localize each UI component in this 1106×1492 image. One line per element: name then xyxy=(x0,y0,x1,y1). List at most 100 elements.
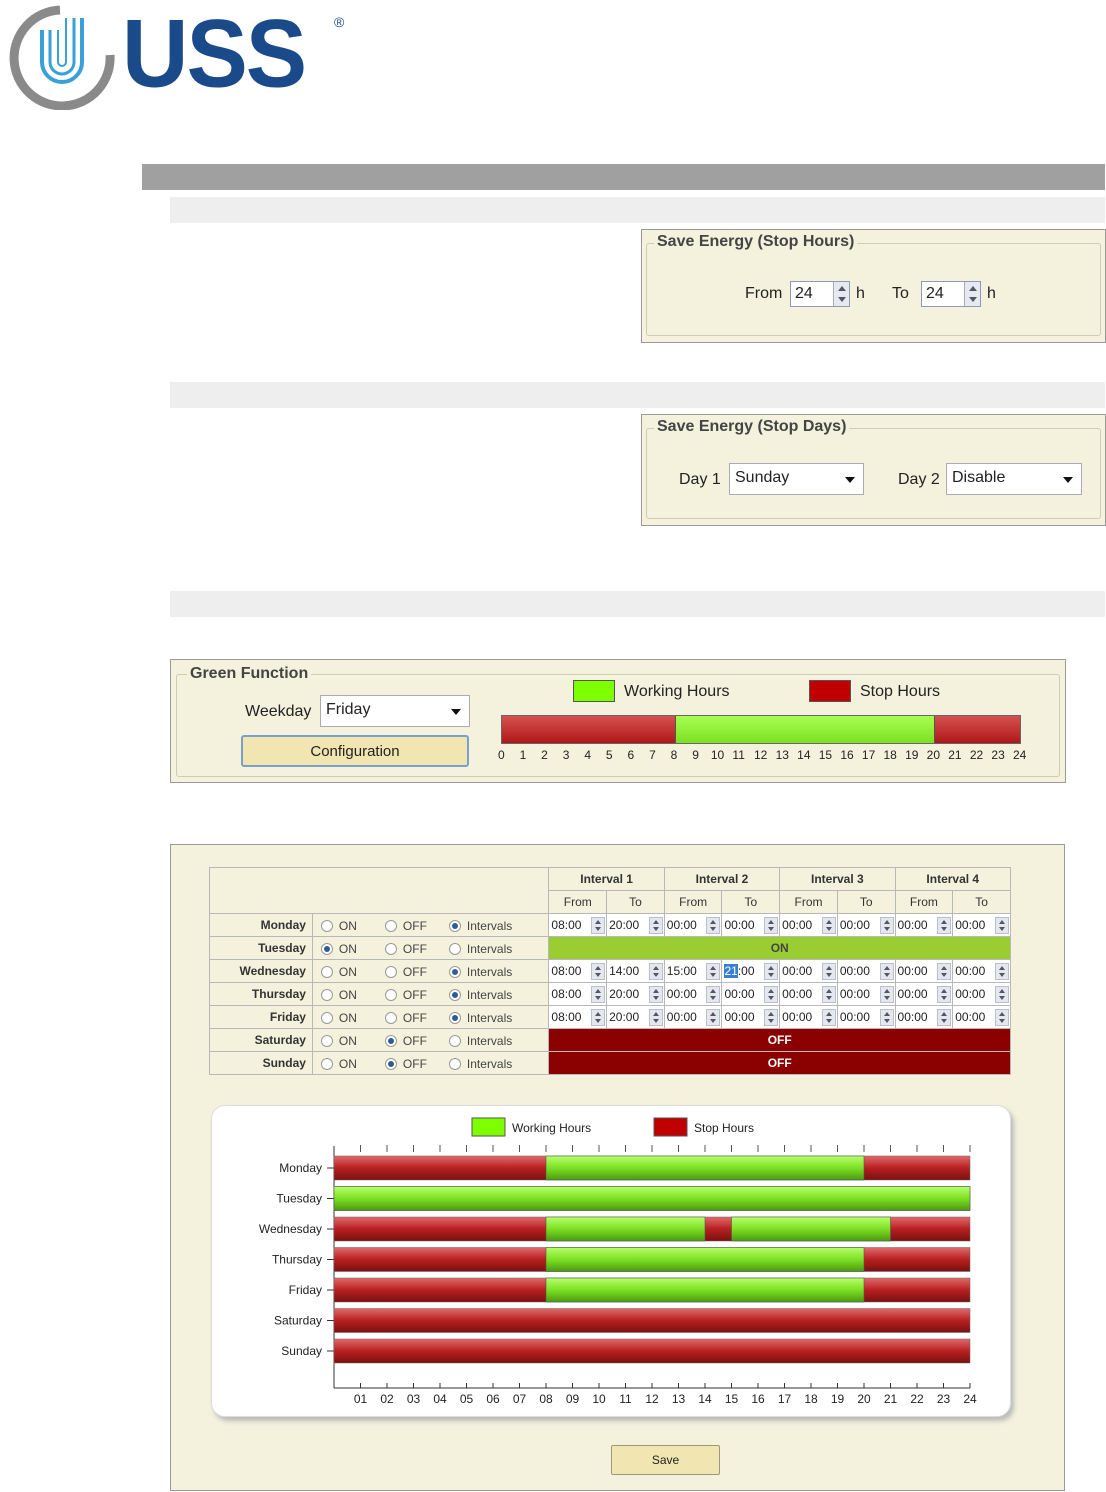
time-spinner[interactable]: 00:00 xyxy=(721,1005,781,1029)
radio-button-icon[interactable] xyxy=(320,943,333,955)
day1-select[interactable]: Sunday xyxy=(729,463,864,495)
time-spinner[interactable]: 20:00 xyxy=(606,1005,665,1029)
time-spinner[interactable]: 00:00 xyxy=(721,982,781,1006)
time-spinner[interactable]: 08:00 xyxy=(548,1005,608,1029)
spinner-arrows-icon[interactable] xyxy=(995,986,1009,1003)
time-value[interactable]: 00:00 xyxy=(898,964,928,978)
spinner-arrows-icon[interactable] xyxy=(648,1009,663,1026)
spinner-arrows-icon[interactable] xyxy=(821,1009,836,1026)
time-value[interactable]: 00:00 xyxy=(724,1010,754,1024)
to-hour-spinner[interactable]: 24 xyxy=(921,281,981,307)
radio-off[interactable]: OFF xyxy=(384,965,427,979)
radio-button-icon[interactable] xyxy=(448,1058,461,1070)
time-spinner[interactable]: 00:00 xyxy=(836,982,896,1006)
spinner-arrows-icon[interactable] xyxy=(764,963,779,980)
spinner-arrows-icon[interactable] xyxy=(706,986,721,1003)
time-spinner[interactable]: 00:00 xyxy=(836,1005,896,1029)
spinner-arrows-icon[interactable] xyxy=(937,986,952,1003)
time-spinner[interactable]: 00:00 xyxy=(894,982,954,1006)
time-value[interactable]: 00:00 xyxy=(840,1010,870,1024)
time-spinner[interactable]: 20:00 xyxy=(606,913,665,937)
radio-on[interactable]: ON xyxy=(320,942,357,956)
radio-button-icon[interactable] xyxy=(384,989,397,1001)
radio-button-icon[interactable] xyxy=(384,966,397,978)
spinner-arrows-icon[interactable] xyxy=(879,1009,894,1026)
time-value[interactable]: 08:00 xyxy=(551,987,581,1001)
radio-intervals[interactable]: Intervals xyxy=(448,965,512,979)
time-value[interactable]: 00:00 xyxy=(955,918,985,932)
time-value[interactable]: 20:00 xyxy=(609,987,639,1001)
radio-button-icon[interactable] xyxy=(448,966,461,978)
spinner-arrows-icon[interactable] xyxy=(937,917,952,934)
radio-off[interactable]: OFF xyxy=(384,942,427,956)
spinner-arrows-icon[interactable] xyxy=(764,1009,779,1026)
time-spinner[interactable]: 00:00 xyxy=(663,1005,723,1029)
time-value[interactable]: 00:00 xyxy=(782,918,812,932)
radio-intervals[interactable]: Intervals xyxy=(448,988,512,1002)
spinner-arrows-icon[interactable] xyxy=(706,917,721,934)
time-spinner[interactable]: 08:00 xyxy=(548,913,608,937)
time-spinner[interactable]: 00:00 xyxy=(894,959,954,983)
time-spinner[interactable]: 00:00 xyxy=(779,959,838,983)
time-value[interactable]: 00:00 xyxy=(898,918,928,932)
time-value[interactable]: 00:00 xyxy=(667,918,697,932)
time-spinner[interactable]: 00:00 xyxy=(952,1005,1011,1029)
radio-intervals[interactable]: Intervals xyxy=(448,942,512,956)
time-value[interactable]: 00:00 xyxy=(840,918,870,932)
time-value[interactable]: 08:00 xyxy=(551,918,581,932)
time-value[interactable]: 00:00 xyxy=(898,987,928,1001)
radio-off[interactable]: OFF xyxy=(384,1034,427,1048)
time-spinner[interactable]: 15:00 xyxy=(663,959,723,983)
radio-off[interactable]: OFF xyxy=(384,1057,427,1071)
radio-on[interactable]: ON xyxy=(320,919,357,933)
radio-off[interactable]: OFF xyxy=(384,1011,427,1025)
time-spinner[interactable]: 20:00 xyxy=(606,982,665,1006)
radio-off[interactable]: OFF xyxy=(384,919,427,933)
weekday-select[interactable]: Friday xyxy=(320,695,470,727)
spinner-arrows-icon[interactable] xyxy=(879,986,894,1003)
time-spinner[interactable]: 00:00 xyxy=(779,982,838,1006)
radio-button-icon[interactable] xyxy=(320,1035,333,1047)
configuration-button[interactable]: Configuration xyxy=(241,735,469,767)
time-value[interactable]: 00:00 xyxy=(782,964,812,978)
radio-button-icon[interactable] xyxy=(384,943,397,955)
spinner-arrows-icon[interactable] xyxy=(648,986,663,1003)
spinner-arrows-icon[interactable] xyxy=(764,917,779,934)
radio-button-icon[interactable] xyxy=(320,1058,333,1070)
time-spinner[interactable]: 00:00 xyxy=(952,913,1011,937)
time-spinner[interactable]: 00:00 xyxy=(663,913,723,937)
time-spinner[interactable]: 00:00 xyxy=(952,959,1011,983)
radio-button-icon[interactable] xyxy=(384,1012,397,1024)
time-spinner[interactable]: 00:00 xyxy=(952,982,1011,1006)
spinner-arrows-icon[interactable] xyxy=(648,963,663,980)
radio-button-icon[interactable] xyxy=(320,966,333,978)
radio-button-icon[interactable] xyxy=(320,920,333,932)
radio-button-icon[interactable] xyxy=(384,1058,397,1070)
time-value[interactable]: 00:00 xyxy=(782,1010,812,1024)
time-spinner[interactable]: 00:00 xyxy=(836,913,896,937)
time-spinner[interactable]: 00:00 xyxy=(779,913,838,937)
time-spinner[interactable]: 00:00 xyxy=(894,1005,954,1029)
time-spinner[interactable]: 08:00 xyxy=(548,959,608,983)
time-value[interactable]: 00:00 xyxy=(724,987,754,1001)
radio-button-icon[interactable] xyxy=(448,943,461,955)
radio-on[interactable]: ON xyxy=(320,965,357,979)
radio-off[interactable]: OFF xyxy=(384,988,427,1002)
spinner-arrows-icon[interactable] xyxy=(591,986,606,1003)
radio-button-icon[interactable] xyxy=(448,920,461,932)
spinner-arrows-icon[interactable] xyxy=(937,1009,952,1026)
spinner-arrows-icon[interactable] xyxy=(879,963,894,980)
spinner-arrows-icon[interactable] xyxy=(591,963,606,980)
spinner-arrows-icon[interactable] xyxy=(821,917,836,934)
radio-intervals[interactable]: Intervals xyxy=(448,919,512,933)
time-value[interactable]: 21:00 xyxy=(724,964,755,978)
spinner-arrows-icon[interactable] xyxy=(821,963,836,980)
spinner-arrows-icon[interactable] xyxy=(764,986,779,1003)
spinner-arrows-icon[interactable] xyxy=(995,963,1009,980)
day2-select[interactable]: Disable xyxy=(946,463,1082,495)
time-value[interactable]: 00:00 xyxy=(840,987,870,1001)
time-value[interactable]: 00:00 xyxy=(667,1010,697,1024)
save-button[interactable]: Save xyxy=(611,1445,720,1475)
radio-button-icon[interactable] xyxy=(448,1012,461,1024)
time-spinner[interactable]: 08:00 xyxy=(548,982,608,1006)
